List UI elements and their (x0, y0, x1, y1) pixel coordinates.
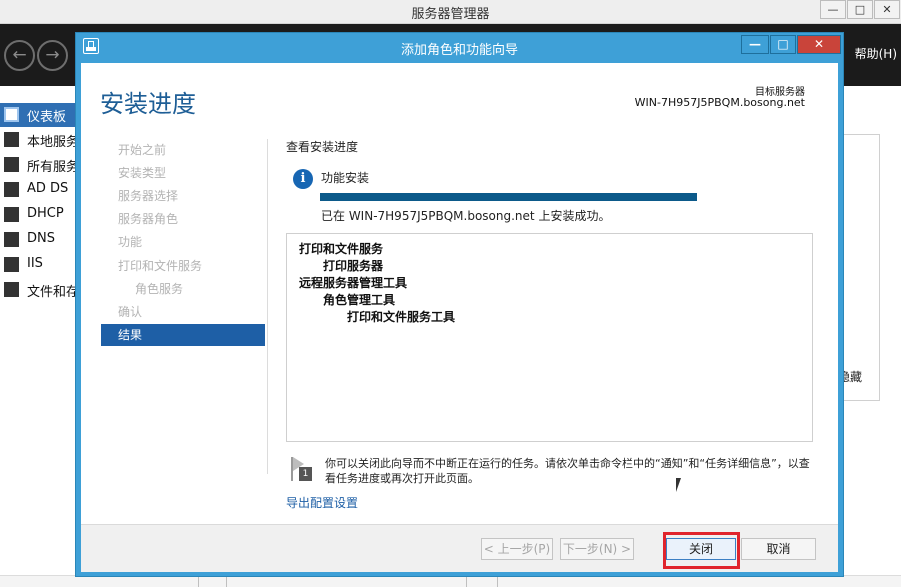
ad-ds-icon (4, 182, 19, 197)
page-title: 安装进度 (100, 90, 196, 118)
results-list: 打印和文件服务打印服务器远程服务器管理工具角色管理工具打印和文件服务工具 (286, 233, 813, 442)
server-icon (4, 132, 19, 147)
export-config-link[interactable]: 导出配置设置 (286, 494, 358, 511)
servers-icon (4, 157, 19, 172)
sidebar-item-label: IIS (27, 256, 43, 271)
sidebar-item-label: AD DS (27, 181, 69, 196)
wizard-step[interactable]: 角色服务 (101, 278, 265, 300)
sidebar-item-label: 所有服务 (27, 160, 80, 175)
destination-server-name: WIN-7H957J5PBQM.bosong.net (634, 96, 805, 109)
sidebar-item[interactable]: DHCP (0, 203, 82, 227)
sm-minimize-button[interactable]: — (820, 0, 846, 19)
file-storage-icon (4, 282, 19, 297)
wizard-maximize-button[interactable]: □ (770, 35, 796, 54)
sm-right-panel (838, 134, 880, 401)
sidebar-item[interactable]: DNS (0, 228, 82, 252)
forward-arrow-icon[interactable]: → (37, 40, 68, 71)
install-progress-fill (320, 193, 697, 201)
sidebar-item[interactable]: 仪表板 (0, 103, 82, 127)
wizard-body: 安装进度 目标服务器 WIN-7H957J5PBQM.bosong.net 开始… (81, 63, 838, 572)
result-item: 远程服务器管理工具 (299, 276, 408, 290)
sm-maximize-button[interactable]: □ (847, 0, 873, 19)
sidebar-item-label: 文件和存 (27, 285, 80, 300)
steps-divider (267, 139, 268, 474)
wizard-close-button[interactable]: ✕ (797, 35, 841, 54)
sidebar-item[interactable]: 文件和存 (0, 278, 82, 302)
dhcp-icon (4, 207, 19, 222)
wizard-minimize-button[interactable]: — (741, 35, 769, 54)
close-button-highlight (663, 532, 740, 569)
iis-icon (4, 257, 19, 272)
wizard-step[interactable]: 安装类型 (101, 162, 265, 184)
result-item: 打印和文件服务 (299, 242, 384, 256)
sidebar-item-label: 仪表板 (27, 110, 67, 125)
install-status: 已在 WIN-7H957J5PBQM.bosong.net 上安装成功。 (321, 209, 611, 223)
wizard-step[interactable]: 打印和文件服务 (101, 255, 265, 277)
server-manager-title: 服务器管理器 (411, 7, 490, 22)
sidebar-item[interactable]: AD DS (0, 178, 82, 202)
wizard-title: 添加角色和功能向导 (400, 43, 518, 58)
previous-button[interactable]: < 上一步(P) (481, 538, 553, 560)
sidebar-item[interactable]: 本地服务 (0, 128, 82, 152)
sm-close-button[interactable]: ✕ (874, 0, 900, 19)
help-menu[interactable]: 帮助(H) (855, 45, 897, 62)
wizard-titlebar[interactable]: 添加角色和功能向导 — □ ✕ (76, 33, 843, 61)
wizard-note: 你可以关闭此向导而不中断正在运行的任务。请依次单击命令栏中的“通知”和“任务详细… (325, 457, 810, 485)
wizard-step[interactable]: 结果 (101, 324, 265, 346)
dns-icon (4, 232, 19, 247)
info-icon: i (293, 169, 313, 189)
sidebar-item-label: DNS (27, 231, 55, 246)
sidebar-item[interactable]: 所有服务 (0, 153, 82, 177)
wizard-step[interactable]: 服务器角色 (101, 208, 265, 230)
wizard-steps: 开始之前 安装类型 服务器选择 服务器角色 功能 打印和文件服务 角色服务 确认 结果 (101, 139, 265, 459)
next-button[interactable]: 下一步(N) > (560, 538, 634, 560)
dashboard-icon (4, 107, 19, 122)
result-item: 打印服务器 (323, 259, 384, 273)
install-label: 功能安装 (321, 171, 370, 185)
wizard-step[interactable]: 功能 (101, 231, 265, 253)
notification-flag-icon: 1 (291, 457, 312, 481)
add-roles-wizard: 添加角色和功能向导 — □ ✕ 安装进度 目标服务器 WIN-7H957J5PB… (75, 32, 844, 577)
sidebar-item[interactable]: IIS (0, 253, 82, 277)
back-arrow-icon[interactable]: ← (4, 40, 35, 71)
mouse-cursor-icon (676, 478, 686, 492)
sidebar-item-label: 本地服务 (27, 135, 80, 150)
server-manager-titlebar: 服务器管理器 — □ ✕ (0, 0, 901, 24)
wizard-step[interactable]: 开始之前 (101, 139, 265, 161)
sidebar-item-label: DHCP (27, 206, 64, 221)
notification-count-badge: 1 (299, 467, 312, 481)
result-item: 打印和文件服务工具 (347, 310, 456, 324)
content-title: 查看安装进度 (286, 140, 359, 154)
wizard-step[interactable]: 服务器选择 (101, 185, 265, 207)
result-item: 角色管理工具 (323, 293, 396, 307)
wizard-step[interactable]: 确认 (101, 301, 265, 323)
server-manager-nav: 仪表板本地服务所有服务 AD DS DHCP DNS IIS 文件和存 (0, 86, 82, 587)
install-progress-bar (320, 193, 697, 201)
cancel-button[interactable]: 取消 (741, 538, 816, 560)
